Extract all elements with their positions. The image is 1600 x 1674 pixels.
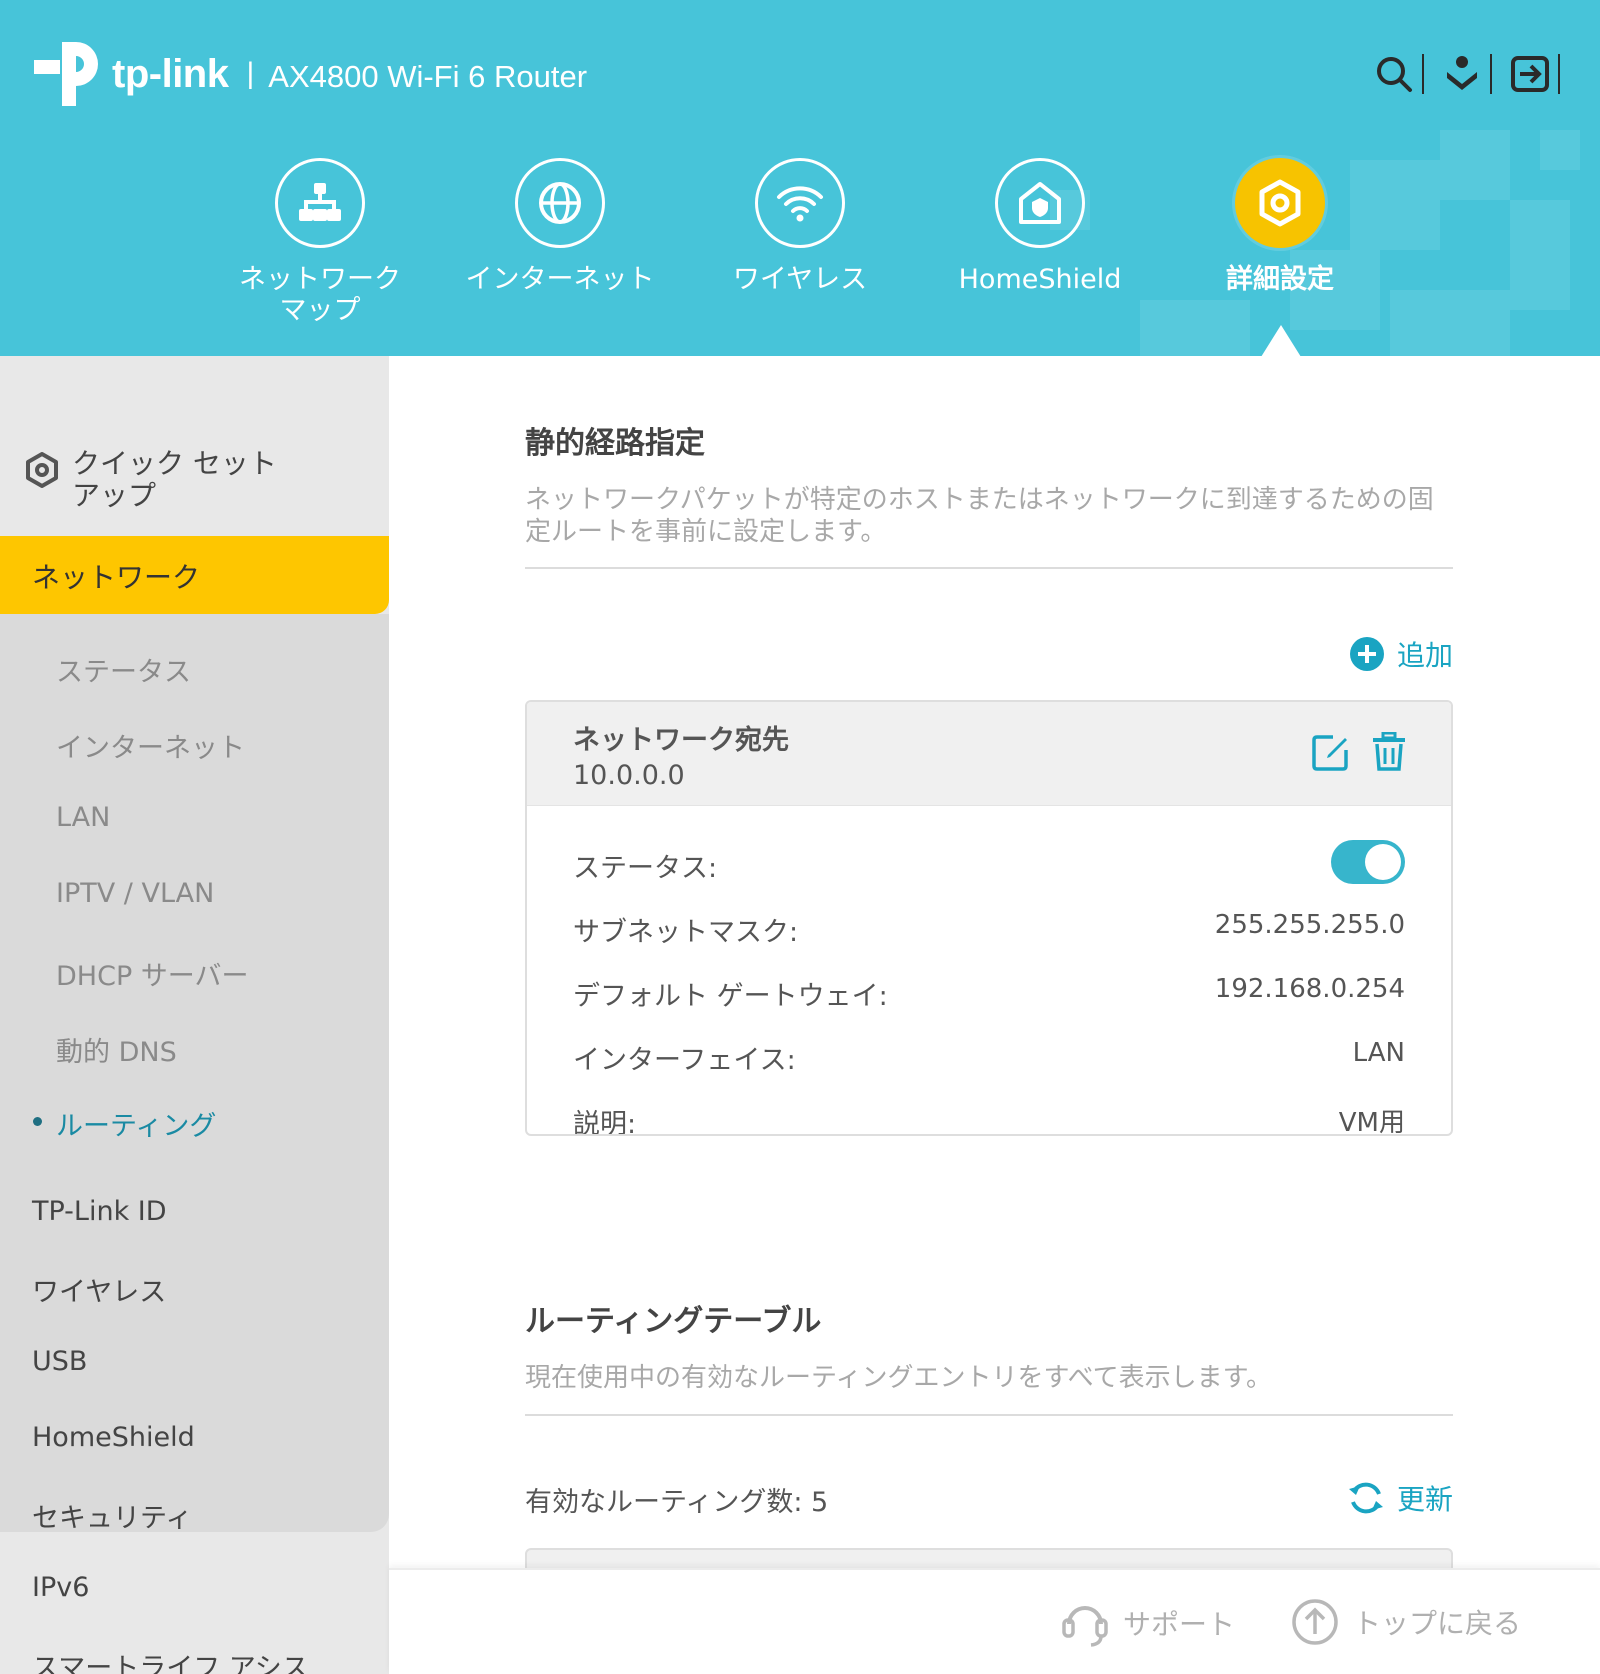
nav-label: ワイヤレス	[732, 264, 868, 295]
sidebar-item-usb[interactable]: USB	[32, 1346, 87, 1377]
footer: サポート トップに戻る	[389, 1568, 1600, 1674]
quick-setup-gear-icon	[26, 452, 58, 488]
sidebar-item-smart-life[interactable]: スマートライフ アシス	[32, 1646, 309, 1674]
sidebar-subitem-status[interactable]: ステータス	[56, 650, 191, 689]
nav-wireless[interactable]: ワイヤレス	[705, 158, 895, 295]
description-row: 説明: VM用	[573, 1102, 1405, 1136]
default-gateway-label: デフォルト ゲートウェイ:	[573, 981, 888, 1012]
refresh-label: 更新	[1396, 1483, 1453, 1516]
brand-separator: |	[246, 57, 255, 90]
static-route-card: ネットワーク宛先 10.0.0.0 ステータス: サブネットマスク: 255.2…	[525, 700, 1453, 1136]
status-row: ステータス:	[573, 840, 1405, 886]
header: tp-link | AX4800 Wi-Fi 6 Router ネットワーク マ…	[0, 0, 1600, 356]
globe-icon	[515, 158, 605, 248]
tool-divider	[1558, 54, 1560, 94]
subnet-mask-value: 255.255.255.0	[1214, 910, 1405, 940]
sidebar-item-security[interactable]: セキュリティ	[32, 1496, 192, 1535]
refresh-button[interactable]: 更新	[1347, 1478, 1453, 1518]
sidebar-subitem-dhcp-server[interactable]: DHCP サーバー	[56, 954, 249, 993]
sidebar-item-quick-setup[interactable]: クイック セット アップ	[24, 448, 277, 512]
gear-icon	[1235, 158, 1325, 248]
brand-name: tp-link	[112, 51, 229, 96]
nav-homeshield[interactable]: HomeShield	[945, 158, 1135, 295]
nav-label: 詳細設定	[1226, 264, 1334, 295]
network-map-icon	[275, 158, 365, 248]
sidebar-subitem-lan[interactable]: LAN	[56, 802, 110, 833]
brand: tp-link | AX4800 Wi-Fi 6 Router	[32, 38, 587, 110]
edit-icon[interactable]	[1311, 732, 1351, 772]
add-circle-icon	[1349, 636, 1385, 672]
interface-label: インターフェイス:	[573, 1045, 796, 1076]
sidebar-item-homeshield[interactable]: HomeShield	[32, 1422, 195, 1453]
active-routes-count: 有効なルーティング数: 5	[525, 1487, 829, 1518]
tp-link-logo-icon	[34, 42, 98, 106]
default-gateway-value: 192.168.0.254	[1214, 974, 1405, 1004]
nav-internet[interactable]: インターネット	[465, 158, 655, 295]
support-button[interactable]: サポート	[1061, 1598, 1235, 1648]
support-label: サポート	[1123, 1608, 1236, 1641]
network-destination-label: ネットワーク宛先	[573, 725, 789, 756]
homeshield-icon	[995, 158, 1085, 248]
description-value: VM用	[1338, 1108, 1405, 1136]
header-tools	[1372, 52, 1560, 96]
interface-row: インターフェイス: LAN	[573, 1038, 1405, 1078]
sidebar-item-label: ネットワーク	[32, 561, 201, 594]
static-routing-description: ネットワークパケットが特定のホストまたはネットワークに到達するための固定ルートを…	[525, 485, 1434, 547]
network-destination-value: 10.0.0.0	[573, 760, 685, 791]
tool-divider	[1490, 54, 1492, 94]
section-divider	[525, 567, 1453, 569]
nav-label: ネットワーク マップ	[239, 264, 401, 326]
logout-icon[interactable]	[1508, 52, 1552, 96]
back-to-top-label: トップに戻る	[1353, 1607, 1522, 1640]
sidebar-item-network[interactable]: ネットワーク	[0, 536, 389, 614]
sidebar-subitem-ddns[interactable]: 動的 DNS	[56, 1030, 177, 1069]
nav-advanced[interactable]: 詳細設定	[1185, 158, 1375, 295]
routing-table-description: 現在使用中の有効なルーティングエントリをすべて表示します。	[525, 1363, 1272, 1393]
nav-label: HomeShield	[958, 264, 1122, 295]
toggle-knob	[1365, 844, 1401, 880]
static-route-card-header: ネットワーク宛先 10.0.0.0	[527, 702, 1451, 806]
add-label: 追加	[1396, 639, 1453, 672]
interface-value: LAN	[1352, 1038, 1405, 1068]
description-label: 説明:	[573, 1109, 637, 1136]
subnet-mask-label: サブネットマスク:	[573, 917, 799, 948]
refresh-icon	[1347, 1479, 1385, 1517]
nav-network-map[interactable]: ネットワーク マップ	[225, 158, 415, 326]
add-button[interactable]: 追加	[1349, 634, 1453, 674]
routing-table-title: ルーティングテーブル	[525, 1304, 822, 1339]
search-icon[interactable]	[1372, 52, 1416, 96]
nav-label: インターネット	[465, 264, 655, 295]
sidebar-item-tp-link-id[interactable]: TP-Link ID	[32, 1196, 167, 1227]
section-divider	[525, 1414, 1453, 1416]
arrow-up-circle-icon	[1291, 1598, 1339, 1646]
sidebar-subitem-routing[interactable]: ルーティング	[56, 1104, 216, 1143]
download-app-icon[interactable]	[1440, 52, 1484, 96]
sidebar: クイック セット アップ ネットワーク ステータス インターネット LAN IP…	[0, 356, 389, 1674]
wifi-icon	[755, 158, 845, 248]
static-routing-title: 静的経路指定	[525, 426, 705, 461]
subnet-row: サブネットマスク: 255.255.255.0	[573, 910, 1405, 950]
sidebar-item-wireless[interactable]: ワイヤレス	[32, 1270, 166, 1309]
card-actions	[1291, 732, 1407, 772]
sidebar-subitem-internet[interactable]: インターネット	[56, 726, 245, 765]
tool-divider	[1422, 54, 1424, 94]
status-label: ステータス:	[573, 853, 718, 884]
back-to-top-button[interactable]: トップに戻る	[1291, 1598, 1521, 1646]
status-toggle[interactable]	[1331, 840, 1405, 884]
sidebar-item-label: クイック セット アップ	[72, 447, 277, 512]
sidebar-item-ipv6[interactable]: IPv6	[32, 1572, 89, 1603]
sidebar-submenu: ステータス インターネット LAN IPTV / VLAN DHCP サーバー …	[0, 614, 389, 1532]
active-nav-indicator	[1261, 325, 1301, 356]
current-item-dot	[33, 1117, 42, 1126]
model-name: AX4800 Wi-Fi 6 Router	[268, 59, 588, 94]
sidebar-subitem-iptv-vlan[interactable]: IPTV / VLAN	[56, 878, 214, 909]
trash-icon[interactable]	[1371, 732, 1407, 772]
headset-icon	[1061, 1598, 1109, 1648]
gateway-row: デフォルト ゲートウェイ: 192.168.0.254	[573, 974, 1405, 1014]
